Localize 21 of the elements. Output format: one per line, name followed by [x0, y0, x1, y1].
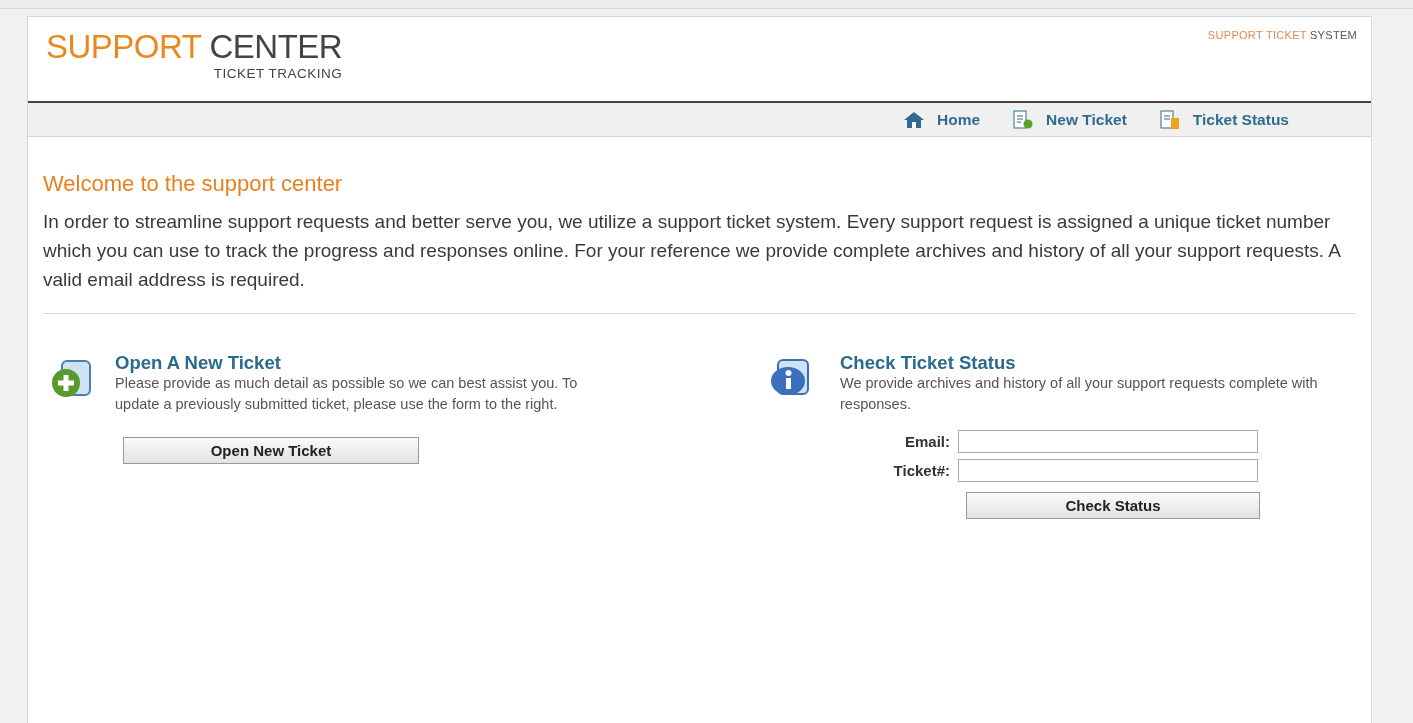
logo-title: SUPPORT CENTER [46, 30, 343, 64]
open-ticket-text: Please provide as much detail as possible so we can best assist you. To update a previously submitted ticket, please use the form to the right. [115, 374, 579, 414]
check-status-heading: Check Ticket Status [840, 353, 1017, 373]
check-status-text: We provide archives and history of all your support requests complete with responses. [840, 374, 1319, 414]
nav-link[interactable]: Home [903, 110, 981, 129]
document-folder-icon [1158, 109, 1181, 130]
welcome-heading: Welcome to the support center [43, 171, 344, 197]
system-label: SUPPORT TICKET SYSTEM [1207, 28, 1357, 43]
open-ticket-heading: Open A New Ticket [115, 353, 282, 373]
input-field[interactable] [958, 459, 1258, 482]
logo-tagline: TICKET TRACKING [213, 66, 343, 81]
field-label: Email: [904, 433, 950, 450]
input-field[interactable] [958, 430, 1258, 453]
document-plus-icon [1012, 109, 1035, 130]
field-label: Ticket#: [892, 462, 950, 479]
nav-link[interactable]: New Ticket [1012, 109, 1127, 130]
house-icon [903, 110, 925, 129]
open-ticket-button[interactable]: Open New Ticket [123, 437, 419, 464]
check-status-button[interactable]: Check Status [966, 492, 1260, 519]
nav-link[interactable]: Ticket Status [1158, 109, 1289, 130]
welcome-text: In order to streamline support requests and better serve you, we utilize a support ticket system. Every support request is assigned a unique ticket number which you can use to track the progress and responses online. For your reference we provide complete archives and history of all your support requests. A valid email address is required. [43, 207, 1356, 314]
